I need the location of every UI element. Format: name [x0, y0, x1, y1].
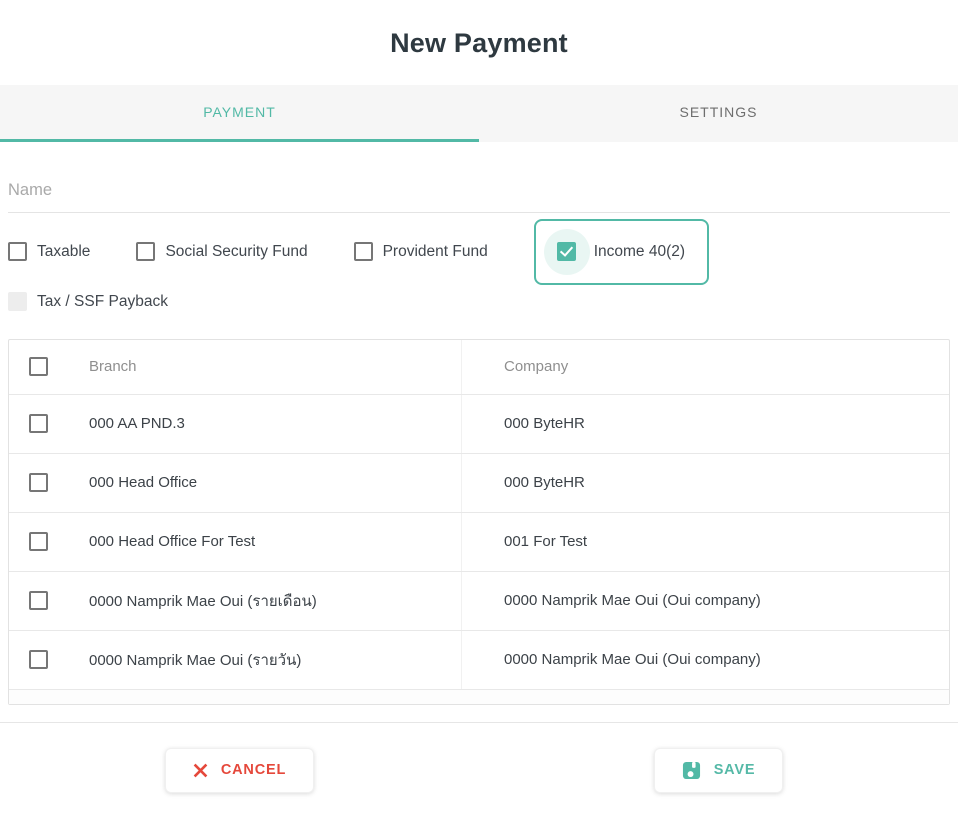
option-label: Income 40(2) [593, 242, 686, 260]
provident-fund-checkbox[interactable] [353, 242, 373, 262]
table-row[interactable]: 0000 Namprik Mae Oui (รายเดือน) 0000 Nam… [9, 570, 949, 630]
footer-left: CANCEL [0, 747, 479, 793]
column-header-branch: Branch [89, 358, 137, 376]
name-input[interactable] [8, 180, 950, 213]
row-checkbox[interactable] [29, 532, 48, 552]
tab-payment[interactable]: PAYMENT [0, 85, 479, 142]
option-tax-ssf-payback[interactable]: Tax / SSF Payback [8, 291, 950, 313]
table-header-row: Branch Company [9, 339, 949, 394]
save-button[interactable]: SAVE [653, 747, 784, 793]
table-row[interactable]: 000 Head Office 000 ByteHR [9, 452, 949, 512]
floppy-disk-icon [682, 761, 700, 779]
income-40-2-checkbox[interactable] [557, 242, 577, 262]
branch-cell: 000 AA PND.3 [89, 415, 185, 433]
column-header-company: Company [461, 339, 949, 394]
tab-bar: PAYMENT SETTINGS [0, 84, 958, 142]
row-checkbox[interactable] [29, 473, 48, 493]
cancel-label: CANCEL [220, 762, 287, 779]
company-cell: 001 For Test [461, 512, 949, 571]
row-checkbox[interactable] [29, 650, 48, 670]
option-taxable[interactable]: Taxable [8, 242, 91, 262]
option-provident-fund[interactable]: Provident Fund [353, 242, 488, 262]
row-checkbox[interactable] [29, 591, 48, 611]
company-cell: 0000 Namprik Mae Oui (Oui company) [461, 630, 949, 689]
footer: CANCEL SAVE [0, 723, 958, 793]
save-label: SAVE [713, 762, 756, 779]
x-icon [193, 763, 208, 778]
new-payment-dialog: New Payment PAYMENT SETTINGS Taxable Soc… [0, 27, 958, 793]
company-cell: 000 ByteHR [461, 394, 949, 453]
branch-cell: 000 Head Office [89, 474, 198, 492]
table-bottom-spacer [9, 688, 949, 704]
dialog-body: Taxable Social Security Fund Provident F… [0, 180, 958, 705]
checkbox-ripple-halo [543, 228, 590, 275]
select-all-checkbox[interactable] [29, 357, 48, 377]
select-all-cell [9, 340, 71, 394]
company-cell: 000 ByteHR [461, 453, 949, 512]
row-checkbox[interactable] [29, 414, 48, 434]
tax-ssf-payback-checkbox[interactable] [8, 292, 27, 312]
branch-cell: 0000 Namprik Mae Oui (รายเดือน) [89, 592, 317, 610]
option-label: Provident Fund [382, 242, 488, 260]
option-label: Social Security Fund [165, 242, 308, 260]
social-security-fund-checkbox[interactable] [136, 242, 156, 262]
taxable-checkbox[interactable] [8, 242, 27, 262]
branch-company-table: Branch Company 000 AA PND.3 000 ByteHR 0… [8, 338, 950, 705]
branch-cell: 000 Head Office For Test [89, 533, 256, 551]
table-row[interactable]: 000 Head Office For Test 001 For Test [9, 511, 949, 571]
tab-settings[interactable]: SETTINGS [479, 85, 958, 142]
option-social-security-fund[interactable]: Social Security Fund [136, 242, 308, 262]
cancel-button[interactable]: CANCEL [164, 747, 315, 793]
branch-cell: 0000 Namprik Mae Oui (รายวัน) [89, 651, 302, 669]
option-income-40-2[interactable]: Income 40(2) [533, 218, 710, 285]
options-row: Taxable Social Security Fund Provident F… [8, 218, 950, 285]
company-cell: 0000 Namprik Mae Oui (Oui company) [461, 571, 949, 630]
footer-right: SAVE [479, 747, 958, 793]
table-row[interactable]: 000 AA PND.3 000 ByteHR [9, 393, 949, 453]
option-label: Tax / SSF Payback [37, 292, 168, 310]
table-row[interactable]: 0000 Namprik Mae Oui (รายวัน) 0000 Nampr… [9, 629, 949, 689]
page-title: New Payment [390, 28, 568, 58]
option-label: Taxable [37, 242, 91, 260]
